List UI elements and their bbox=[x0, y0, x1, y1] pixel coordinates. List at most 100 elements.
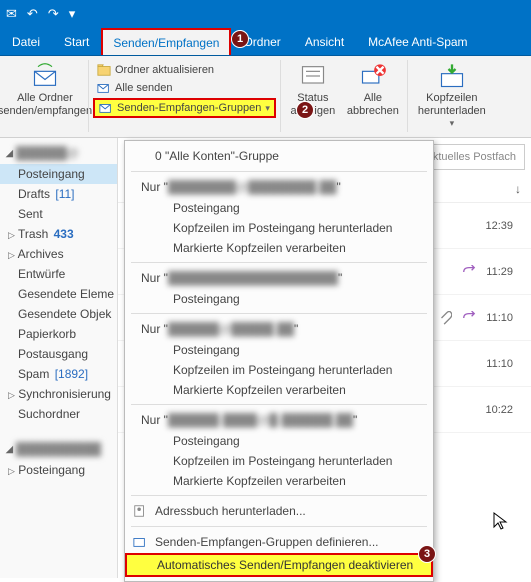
send-receive-all-button[interactable]: Alle Ordner senden/empfangen bbox=[6, 60, 84, 120]
menu-label: Nur " bbox=[141, 322, 168, 336]
folder-archives[interactable]: ▷ Archives bbox=[0, 244, 117, 264]
message-time: 11:29 bbox=[486, 266, 513, 278]
cancel-all-button[interactable]: Alle abbrechen bbox=[343, 60, 403, 120]
folder-sync[interactable]: ▷ Synchronisierung bbox=[0, 384, 117, 404]
menu-download-addressbook[interactable]: Adressbuch herunterladen... bbox=[125, 500, 433, 522]
send-all-button[interactable]: Alle senden bbox=[93, 80, 276, 96]
menu-label: " bbox=[294, 322, 298, 336]
refresh-folder-button[interactable]: Ordner aktualisieren bbox=[93, 62, 276, 78]
folder-label: Posteingang bbox=[18, 463, 85, 477]
menu-label: " bbox=[337, 180, 341, 194]
folder-gesendete-elemente[interactable]: Gesendete Eleme bbox=[0, 284, 117, 304]
menu-account-header: Nur "██████-████@█-██████.██" bbox=[125, 409, 433, 431]
menu-define-groups[interactable]: Senden-Empfangen-Gruppen definieren... bbox=[125, 531, 433, 553]
chevron-down-icon: ▾ bbox=[265, 103, 270, 114]
menu-disable-auto-send-receive[interactable]: Automatisches Senden/Empfangen deaktivie… bbox=[125, 553, 433, 577]
account-name: ██████@ bbox=[16, 146, 79, 160]
account-header[interactable]: ◢██████@ bbox=[0, 142, 117, 164]
download-headers-button[interactable]: Kopfzeilen herunterladen ▾ bbox=[412, 60, 492, 131]
tab-datei[interactable]: Datei bbox=[0, 28, 52, 55]
mail-icon[interactable]: ✉ bbox=[6, 6, 17, 22]
message-time: 11:10 bbox=[486, 312, 513, 324]
expand-icon: ◢ bbox=[6, 148, 13, 159]
menu-label: Adressbuch herunterladen... bbox=[155, 504, 306, 518]
menu-all-accounts-group[interactable]: 0 "Alle Konten"-Gruppe bbox=[125, 145, 433, 167]
tab-senden-empfangen[interactable]: Senden/Empfangen bbox=[101, 28, 231, 55]
menu-posteingang[interactable]: Posteingang bbox=[125, 431, 433, 451]
mouse-cursor-icon bbox=[493, 512, 509, 532]
cancel-label-2: abbrechen bbox=[347, 105, 399, 118]
blurred-text: ████████@████████.██ bbox=[168, 180, 337, 194]
menu-separator bbox=[131, 262, 427, 263]
account-name: ██████████ bbox=[16, 442, 101, 456]
ribbon-separator bbox=[280, 60, 281, 132]
dropdown-icon[interactable]: ▾ bbox=[69, 6, 76, 22]
groups-icon bbox=[99, 101, 113, 115]
menu-label: 0 "Alle Konten"-Gruppe bbox=[155, 149, 279, 163]
sort-icon[interactable]: ↓ bbox=[515, 182, 521, 196]
folder-sent[interactable]: Sent bbox=[0, 204, 117, 224]
expand-icon: ▷ bbox=[8, 466, 15, 476]
folder-papierkorb[interactable]: Papierkorb bbox=[0, 324, 117, 344]
tab-ansicht[interactable]: Ansicht bbox=[293, 28, 356, 55]
send-receive-groups-button[interactable]: Senden-Empfangen-Gruppen ▾ bbox=[93, 98, 276, 118]
account-header[interactable]: ◢██████████ bbox=[0, 438, 117, 460]
menu-download-headers[interactable]: Kopfzeilen im Posteingang herunterladen bbox=[125, 451, 433, 471]
menu-label: " bbox=[338, 271, 342, 285]
refresh-folder-label: Ordner aktualisieren bbox=[115, 64, 214, 76]
ribbon-separator bbox=[407, 60, 408, 132]
redo-icon[interactable]: ↷ bbox=[48, 6, 59, 22]
send-all-label-1: Alle Ordner bbox=[17, 92, 73, 105]
message-time: 12:39 bbox=[485, 220, 513, 232]
headers-label-1: Kopfzeilen bbox=[426, 92, 477, 105]
folder-label: Archives bbox=[18, 247, 64, 261]
folder-entwuerfe[interactable]: Entwürfe bbox=[0, 264, 117, 284]
groups-label: Senden-Empfangen-Gruppen bbox=[117, 102, 261, 114]
tab-mcafee[interactable]: McAfee Anti-Spam bbox=[356, 28, 479, 55]
blurred-text: ████████████████████ bbox=[168, 271, 338, 285]
folder-gesendete-objekte[interactable]: Gesendete Objek bbox=[0, 304, 117, 324]
menu-process-marked[interactable]: Markierte Kopfzeilen verarbeiten bbox=[125, 380, 433, 400]
folder-spam[interactable]: Spam [1892] bbox=[0, 364, 117, 384]
folder-pane: ◢██████@ Posteingang Drafts [11] Sent ▷ … bbox=[0, 138, 118, 578]
folder-label: Drafts bbox=[18, 187, 50, 201]
menu-posteingang[interactable]: Posteingang bbox=[125, 289, 433, 309]
expand-icon: ▷ bbox=[8, 230, 15, 240]
send-all-label: Alle senden bbox=[115, 82, 173, 94]
folder-count: [1892] bbox=[55, 367, 88, 381]
status-icon bbox=[299, 62, 327, 90]
reply-icon bbox=[462, 265, 476, 279]
menu-separator bbox=[131, 495, 427, 496]
menu-download-headers[interactable]: Kopfzeilen im Posteingang herunterladen bbox=[125, 218, 433, 238]
folder-drafts[interactable]: Drafts [11] bbox=[0, 184, 117, 204]
menu-account-header: Nur "████████@████████.██" bbox=[125, 176, 433, 198]
folder-postausgang[interactable]: Postausgang bbox=[0, 344, 117, 364]
folder-refresh-icon bbox=[97, 63, 111, 77]
folder-label: Synchronisierung bbox=[18, 387, 111, 401]
message-time: 11:10 bbox=[486, 358, 513, 370]
menu-download-headers[interactable]: Kopfzeilen im Posteingang herunterladen bbox=[125, 360, 433, 380]
tab-start[interactable]: Start bbox=[52, 28, 101, 55]
undo-icon[interactable]: ↶ bbox=[27, 6, 38, 22]
menu-label: Nur " bbox=[141, 271, 168, 285]
folder-count: [11] bbox=[55, 187, 74, 201]
menu-posteingang[interactable]: Posteingang bbox=[125, 198, 433, 218]
expand-icon: ◢ bbox=[6, 444, 13, 455]
send-all-icon bbox=[97, 81, 111, 95]
annotation-marker-2: 2 bbox=[296, 101, 314, 119]
quick-access-toolbar: ✉ ↶ ↷ ▾ bbox=[0, 0, 531, 28]
menu-posteingang[interactable]: Posteingang bbox=[125, 340, 433, 360]
folder-suchordner[interactable]: Suchordner bbox=[0, 404, 117, 424]
reply-icon bbox=[462, 311, 476, 325]
expand-icon: ▷ bbox=[8, 250, 15, 260]
send-receive-groups-menu: 0 "Alle Konten"-Gruppe Nur "████████@███… bbox=[124, 140, 434, 582]
folder-trash[interactable]: ▷ Trash 433 bbox=[0, 224, 117, 244]
folder-posteingang[interactable]: Posteingang bbox=[0, 164, 117, 184]
ribbon-tabs: Datei Start Senden/Empfangen Ordner Ansi… bbox=[0, 28, 531, 56]
menu-process-marked[interactable]: Markierte Kopfzeilen verarbeiten bbox=[125, 238, 433, 258]
folder-posteingang-2[interactable]: ▷ Posteingang bbox=[0, 460, 117, 480]
menu-process-marked[interactable]: Markierte Kopfzeilen verarbeiten bbox=[125, 471, 433, 491]
annotation-marker-3: 3 bbox=[418, 545, 436, 563]
folder-label: Spam bbox=[18, 367, 49, 381]
download-headers-icon bbox=[438, 62, 466, 90]
